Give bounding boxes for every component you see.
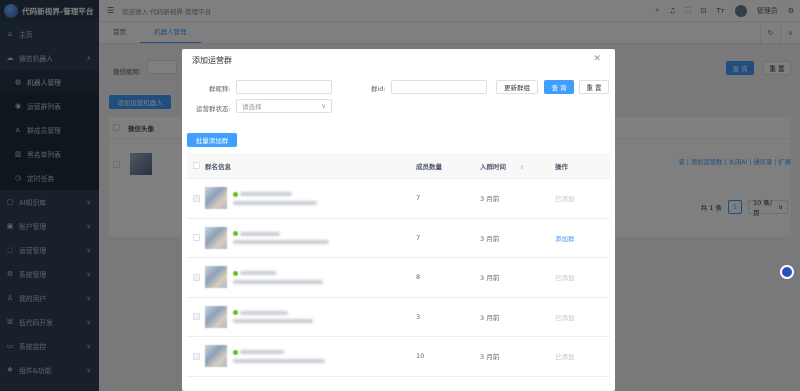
- group-name-input[interactable]: [236, 80, 332, 94]
- group-avatar: [205, 187, 227, 210]
- col-join-time[interactable]: 入群时间 ⇕: [480, 161, 555, 171]
- group-name-label: 群昵称:: [209, 85, 231, 93]
- table-header: 群名信息 成员数量 入群时间 ⇕ 操作: [187, 153, 610, 179]
- group-name-redacted: [233, 231, 329, 245]
- close-icon[interactable]: ✕: [593, 54, 601, 64]
- member-count: 3: [416, 312, 421, 321]
- col-member-count: 成员数量: [416, 162, 442, 171]
- batch-add-button[interactable]: 批量添加群: [187, 133, 237, 147]
- added-status: 已添加: [555, 353, 575, 362]
- col-action: 操作: [555, 162, 568, 171]
- group-info: [205, 187, 416, 210]
- join-time: 3 月前: [480, 313, 500, 322]
- dialog-title: 添加运营群: [192, 56, 232, 65]
- row-checkbox: [192, 313, 200, 321]
- member-count: 7: [416, 233, 421, 242]
- added-status: 已添加: [555, 274, 575, 283]
- group-info: [205, 266, 416, 289]
- group-name-redacted: [233, 270, 323, 284]
- group-name-redacted: [233, 310, 313, 324]
- table-row: 7 3 月前 添加群: [187, 219, 610, 258]
- status-placeholder: 请选择: [242, 103, 262, 111]
- group-avatar: [205, 226, 227, 249]
- table-row: 8 3 月前 已添加: [187, 258, 610, 298]
- add-group-dialog: 添加运营群 ✕ 群昵称: 群id: 更新群组 查 询 重 置 运营群状态: 请选…: [182, 49, 615, 391]
- reset-button[interactable]: 重 置: [579, 80, 609, 94]
- chevron-down-icon: ∨: [321, 102, 326, 110]
- status-label: 运营群状态:: [196, 105, 231, 113]
- group-avatar: [205, 345, 227, 368]
- join-time: 3 月前: [480, 274, 500, 283]
- sort-icon[interactable]: ⇕: [520, 165, 525, 171]
- group-info: [205, 345, 416, 368]
- table-row: 7 3 月前 已添加: [187, 179, 610, 219]
- member-count: 8: [416, 273, 421, 282]
- added-status: 已添加: [555, 313, 575, 322]
- join-time: 3 月前: [480, 234, 500, 243]
- group-id-input[interactable]: [391, 80, 487, 94]
- table-row: 3 3 月前 已添加: [187, 298, 610, 337]
- join-time: 3 月前: [480, 353, 500, 362]
- row-checkbox: [192, 194, 200, 202]
- table-body: 73 月前 已添加 7 3 月前 添加群 8 3 月前 已添加 3 3 月前 已添加 10 3 月前 已添…: [187, 179, 610, 377]
- group-name-redacted: [233, 191, 317, 205]
- member-count: 10: [416, 352, 425, 361]
- select-all-checkbox[interactable]: [192, 162, 200, 169]
- group-avatar: [205, 305, 227, 328]
- member-count: 7: [416, 194, 421, 203]
- status-select[interactable]: 请选择 ∨: [236, 99, 332, 113]
- col-group-info: 群名信息: [205, 162, 231, 171]
- row-checkbox: [192, 273, 200, 281]
- group-info: [205, 305, 416, 328]
- group-name-redacted: [233, 349, 325, 363]
- join-time: 3 月前: [480, 195, 500, 204]
- row-checkbox[interactable]: [192, 234, 200, 242]
- add-group-link[interactable]: 添加群: [555, 233, 610, 243]
- update-groups-button[interactable]: 更新群组: [496, 80, 538, 94]
- group-id-label: 群id:: [371, 85, 386, 93]
- col-join-time-label: 入群时间: [480, 162, 506, 171]
- group-table: 群名信息 成员数量 入群时间 ⇕ 操作 73 月前 已添加 7 3 月前 添加群 8 3 月前…: [187, 153, 610, 377]
- table-row: 10 3 月前 已添加: [187, 337, 610, 377]
- query-button[interactable]: 查 询: [544, 80, 574, 94]
- row-checkbox: [192, 352, 200, 360]
- added-status: 已添加: [555, 195, 575, 204]
- group-avatar: [205, 266, 227, 289]
- floating-assistant-icon[interactable]: [780, 265, 794, 279]
- group-info: [205, 226, 416, 249]
